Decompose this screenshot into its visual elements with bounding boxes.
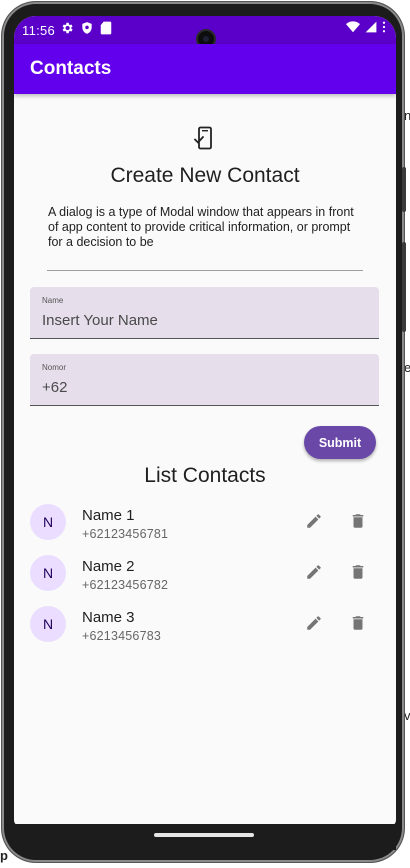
submit-button[interactable]: Submit xyxy=(304,426,376,459)
list-title: List Contacts xyxy=(144,464,266,487)
screen: 11:56 Contacts Create New Contact A dial… xyxy=(14,16,396,826)
app-bar: Contacts xyxy=(14,44,396,94)
contact-list: N Name 1 +62123456781 N Name 2 +62123456… xyxy=(14,502,396,655)
shield-icon xyxy=(80,21,94,38)
app-title: Contacts xyxy=(30,58,112,79)
contact-name: Name 2 xyxy=(82,558,135,575)
pencil-icon xyxy=(305,563,323,584)
volume-button xyxy=(402,242,406,332)
list-item[interactable]: N Name 2 +62123456782 xyxy=(14,553,396,604)
power-button xyxy=(402,167,406,212)
background-text-fragment: e xyxy=(404,360,410,375)
background-text-fragment: v xyxy=(404,708,410,723)
edit-button[interactable] xyxy=(301,560,327,586)
signal-icon xyxy=(365,21,377,36)
divider xyxy=(47,270,363,271)
navigation-bar xyxy=(14,824,396,850)
edit-button[interactable] xyxy=(301,611,327,637)
name-input[interactable] xyxy=(40,309,364,331)
dialog-description: A dialog is a type of Modal window that … xyxy=(48,205,354,249)
list-item[interactable]: N Name 3 +6213456783 xyxy=(14,604,396,655)
delete-button[interactable] xyxy=(345,560,371,586)
phone-input[interactable] xyxy=(40,376,364,398)
mobile-check-icon xyxy=(194,126,216,155)
trash-icon xyxy=(349,512,367,533)
pencil-icon xyxy=(305,614,323,635)
dialog-title: Create New Contact xyxy=(110,164,300,187)
avatar: N xyxy=(30,555,66,591)
edit-button[interactable] xyxy=(301,509,327,535)
status-bar: 11:56 xyxy=(14,16,396,49)
status-time: 11:56 xyxy=(22,23,56,38)
phone-field[interactable]: Nomor xyxy=(30,354,379,406)
pencil-icon xyxy=(305,512,323,533)
gear-icon xyxy=(60,21,74,38)
list-item[interactable]: N Name 1 +62123456781 xyxy=(14,502,396,553)
trash-icon xyxy=(349,563,367,584)
phone-frame: 11:56 Contacts Create New Contact A dial… xyxy=(2,2,406,862)
more-vert-icon xyxy=(382,21,386,36)
background-text-fragment: n xyxy=(404,108,410,123)
name-field-label: Name xyxy=(42,296,64,305)
trash-icon xyxy=(349,614,367,635)
avatar: N xyxy=(30,504,66,540)
sd-card-icon xyxy=(100,21,112,38)
delete-button[interactable] xyxy=(345,611,371,637)
contact-name: Name 3 xyxy=(82,609,135,626)
delete-button[interactable] xyxy=(345,509,371,535)
wifi-icon xyxy=(346,21,360,36)
phone-field-label: Nomor xyxy=(42,363,67,372)
avatar: N xyxy=(30,606,66,642)
background-text-fragment: p xyxy=(0,848,8,863)
name-field[interactable]: Name xyxy=(30,287,379,339)
contact-phone: +62123456782 xyxy=(82,578,169,592)
contact-phone: +6213456783 xyxy=(82,629,162,643)
contact-name: Name 1 xyxy=(82,507,135,524)
gesture-handle[interactable] xyxy=(154,833,254,837)
contact-phone: +62123456781 xyxy=(82,527,169,541)
